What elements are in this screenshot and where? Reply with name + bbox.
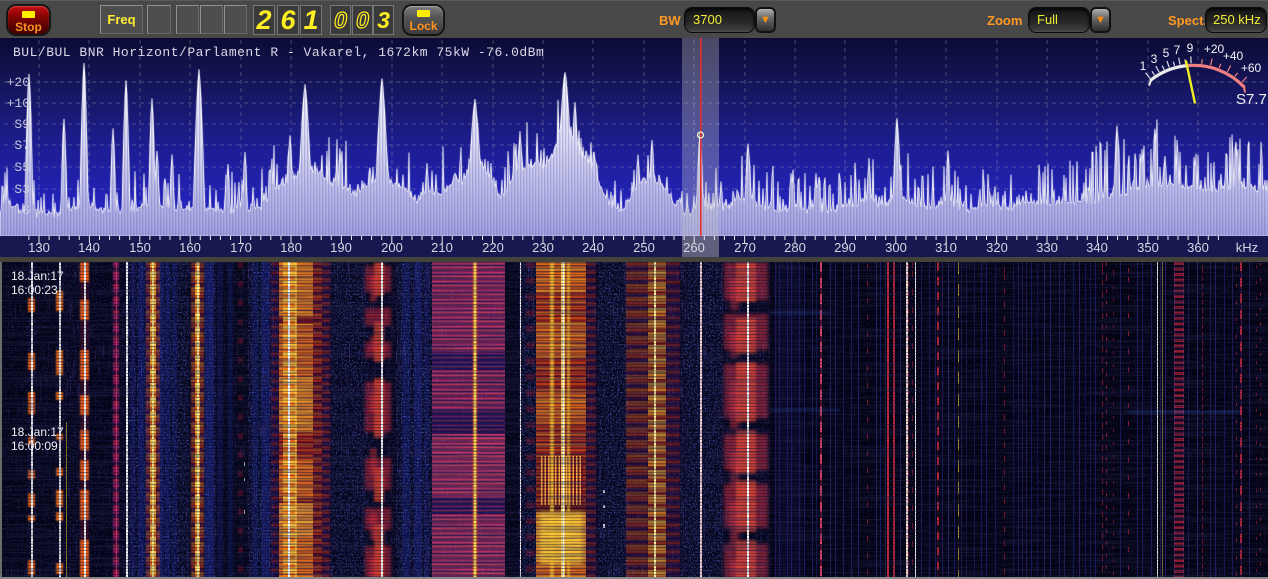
svg-text:S7.7: S7.7	[1236, 91, 1267, 108]
svg-text:7: 7	[1174, 43, 1181, 57]
svg-text:S: S	[22, 203, 30, 218]
svg-text:210: 210	[431, 240, 453, 255]
svg-text:190: 190	[330, 240, 352, 255]
svg-text:S7: S7	[14, 138, 30, 153]
svg-text:200: 200	[381, 240, 403, 255]
svg-text:+10: +10	[7, 96, 30, 111]
svg-text:+20: +20	[1204, 42, 1225, 56]
svg-text:3: 3	[1151, 52, 1158, 66]
svg-text:240: 240	[582, 240, 604, 255]
svg-text:300: 300	[885, 240, 907, 255]
svg-text:170: 170	[230, 240, 252, 255]
svg-text:260: 260	[683, 240, 705, 255]
svg-text:220: 220	[482, 240, 504, 255]
svg-text:S5: S5	[14, 160, 30, 175]
svg-text:280: 280	[784, 240, 806, 255]
svg-text:180: 180	[280, 240, 302, 255]
svg-text:1: 1	[1140, 59, 1147, 73]
svg-text:BUL/BUL BNR Horizont/Parlament: BUL/BUL BNR Horizont/Parlament R - Vakar…	[13, 45, 544, 60]
svg-text:S9: S9	[14, 117, 30, 132]
svg-text:140: 140	[78, 240, 100, 255]
svg-text:130: 130	[28, 240, 50, 255]
svg-text:+60: +60	[1241, 61, 1262, 75]
svg-text:350: 350	[1137, 240, 1159, 255]
svg-text:5: 5	[1163, 46, 1170, 60]
svg-text:+20: +20	[7, 75, 30, 90]
svg-text:310: 310	[935, 240, 957, 255]
svg-text:360: 360	[1187, 240, 1209, 255]
svg-text:320: 320	[986, 240, 1008, 255]
svg-text:250: 250	[633, 240, 655, 255]
svg-text:290: 290	[834, 240, 856, 255]
svg-text:9: 9	[1187, 41, 1194, 55]
svg-text:330: 330	[1036, 240, 1058, 255]
svg-text:270: 270	[734, 240, 756, 255]
svg-text:S3: S3	[14, 182, 30, 197]
svg-text:160: 160	[179, 240, 201, 255]
svg-text:kHz: kHz	[1236, 240, 1258, 255]
svg-text:340: 340	[1086, 240, 1108, 255]
svg-text:150: 150	[129, 240, 151, 255]
svg-text:230: 230	[532, 240, 554, 255]
